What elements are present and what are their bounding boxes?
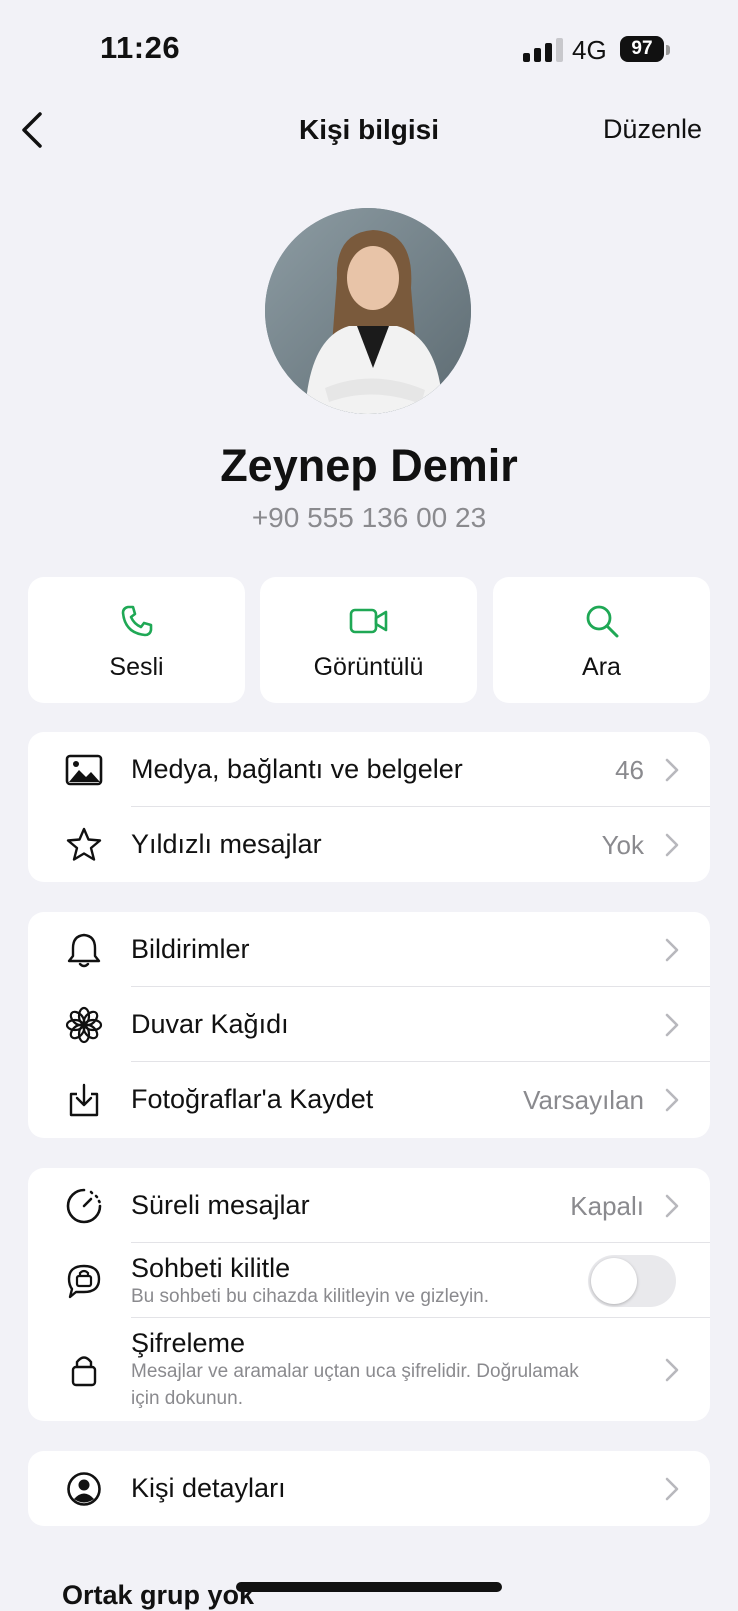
media-label: Medya, bağlantı ve belgeler bbox=[131, 754, 463, 784]
signal-strength-icon bbox=[523, 38, 563, 62]
save-to-photos-row[interactable]: Fotoğraflar'a Kaydet Varsayılan bbox=[28, 1062, 710, 1137]
disappearing-value: Kapalı bbox=[570, 1191, 644, 1221]
starred-messages-row[interactable]: Yıldızlı mesajlar Yok bbox=[28, 807, 710, 882]
bell-icon bbox=[67, 933, 101, 968]
contact-icon bbox=[67, 1472, 101, 1506]
video-camera-icon bbox=[349, 608, 387, 634]
contact-details-row[interactable]: Kişi detayları bbox=[28, 1451, 710, 1526]
battery-level: 97 bbox=[620, 36, 664, 62]
chat-lock-description: Bu sohbeti bu cihazda kilitleyin ve gizl… bbox=[131, 1286, 490, 1307]
search-icon bbox=[586, 605, 618, 638]
phone-icon bbox=[121, 605, 152, 637]
wallpaper-label: Duvar Kağıdı bbox=[131, 1009, 289, 1039]
encryption-label: Şifreleme bbox=[131, 1328, 246, 1358]
voice-call-button[interactable]: Sesli bbox=[28, 577, 245, 703]
disappearing-messages-row[interactable]: Süreli mesajlar Kapalı bbox=[28, 1168, 710, 1243]
avatar[interactable] bbox=[265, 208, 471, 414]
flower-icon bbox=[65, 1006, 103, 1044]
chat-lock-toggle[interactable] bbox=[588, 1255, 676, 1307]
encryption-description-line2: için dokunun. bbox=[131, 1388, 243, 1409]
status-time: 11:26 bbox=[100, 30, 181, 65]
voice-call-label: Sesli bbox=[109, 653, 164, 681]
edit-button[interactable]: Düzenle bbox=[603, 114, 702, 145]
locked-chat-icon bbox=[67, 1264, 101, 1299]
contact-phone[interactable]: +90 555 136 00 23 bbox=[0, 502, 738, 534]
chevron-right-icon bbox=[665, 833, 679, 857]
lock-icon bbox=[71, 1356, 97, 1387]
media-count: 46 bbox=[615, 755, 644, 785]
encryption-description-line1: Mesajlar ve aramalar uçtan uca şifrelidi… bbox=[131, 1361, 579, 1382]
chat-lock-row[interactable]: Sohbeti kilitle Bu sohbeti bu cihazda ki… bbox=[28, 1243, 710, 1318]
search-button[interactable]: Ara bbox=[493, 577, 710, 703]
media-group: Medya, bağlantı ve belgeler 46 Yıldızlı … bbox=[28, 732, 710, 882]
network-type: 4G bbox=[572, 35, 607, 65]
contact-name: Zeynep Demir bbox=[220, 440, 518, 491]
starred-label: Yıldızlı mesajlar bbox=[131, 829, 322, 859]
settings-group: Bildirimler Duvar Kağıdı Fotoğraflar'a K… bbox=[28, 912, 710, 1138]
contact-details-group: Kişi detayları bbox=[28, 1451, 710, 1526]
video-call-button[interactable]: Görüntülü bbox=[260, 577, 477, 703]
profile-photo bbox=[265, 208, 471, 414]
status-bar: 11:26 4G 97 bbox=[0, 0, 738, 100]
common-groups-title: Ortak grup yok bbox=[62, 1580, 255, 1610]
save-download-icon bbox=[69, 1083, 99, 1117]
photo-icon bbox=[65, 754, 103, 786]
home-indicator[interactable] bbox=[236, 1582, 502, 1592]
star-icon bbox=[66, 827, 102, 861]
timer-icon bbox=[66, 1188, 102, 1224]
battery-icon: 97 bbox=[620, 36, 670, 64]
chevron-right-icon bbox=[665, 1013, 679, 1037]
search-label: Ara bbox=[582, 653, 621, 681]
disappearing-label: Süreli mesajlar bbox=[131, 1190, 310, 1220]
video-call-label: Görüntülü bbox=[313, 653, 424, 681]
chevron-right-icon bbox=[665, 1358, 679, 1382]
chat-lock-label: Sohbeti kilitle bbox=[131, 1253, 291, 1283]
chevron-right-icon bbox=[665, 938, 679, 962]
starred-value: Yok bbox=[601, 830, 644, 860]
chevron-right-icon bbox=[665, 758, 679, 782]
chevron-right-icon bbox=[665, 1477, 679, 1501]
media-links-docs-row[interactable]: Medya, bağlantı ve belgeler 46 bbox=[28, 732, 710, 807]
save-to-photos-label: Fotoğraflar'a Kaydet bbox=[131, 1084, 374, 1114]
wallpaper-row[interactable]: Duvar Kağıdı bbox=[28, 987, 710, 1062]
privacy-group: Süreli mesajlar Kapalı Sohbeti kilitle B… bbox=[28, 1168, 710, 1421]
chevron-right-icon bbox=[665, 1194, 679, 1218]
notifications-row[interactable]: Bildirimler bbox=[28, 912, 710, 987]
save-to-photos-value: Varsayılan bbox=[523, 1085, 644, 1115]
notifications-label: Bildirimler bbox=[131, 934, 250, 964]
chevron-right-icon bbox=[665, 1088, 679, 1112]
contact-details-label: Kişi detayları bbox=[131, 1473, 286, 1503]
encryption-row[interactable]: Şifreleme Mesajlar ve aramalar uçtan uca… bbox=[28, 1318, 710, 1421]
navigation-bar: Kişi bilgisi Düzenle bbox=[0, 100, 738, 160]
